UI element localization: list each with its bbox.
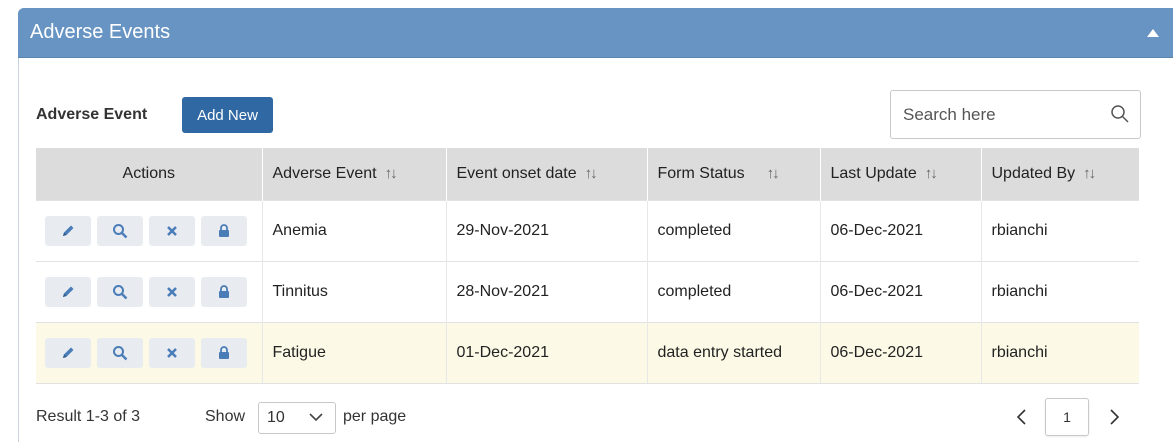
table-row[interactable]: Fatigue 01-Dec-2021 data entry started 06-D… <box>36 321 1139 384</box>
lock-icon <box>217 345 231 361</box>
sort-icon[interactable]: ↑↓ <box>1083 165 1096 182</box>
pencil-icon <box>60 284 76 300</box>
cell-last-update: 06-Dec-2021 <box>819 321 981 384</box>
sort-icon[interactable]: ↑↓ <box>767 165 780 182</box>
section-label: Adverse Event <box>36 106 148 123</box>
per-page-label: per page <box>343 408 407 425</box>
row-actions <box>36 260 262 322</box>
collapse-up-icon[interactable] <box>1147 29 1159 37</box>
cell-last-update: 06-Dec-2021 <box>819 199 981 261</box>
cell-last-update: 06-Dec-2021 <box>819 260 981 322</box>
cell-adverse-event: Fatigue <box>261 321 446 384</box>
edit-button[interactable] <box>45 276 91 307</box>
lock-icon <box>217 284 231 300</box>
sort-icon[interactable]: ↑↓ <box>385 165 398 182</box>
lock-button[interactable] <box>201 215 247 246</box>
cell-form-status: completed <box>646 199 820 261</box>
x-icon <box>165 346 179 360</box>
edit-button[interactable] <box>45 337 91 368</box>
page-number-button[interactable]: 1 <box>1045 398 1089 436</box>
table-row[interactable]: Tinnitus 28-Nov-2021 completed 06-Dec-2021 r… <box>36 260 1139 322</box>
page-size-select[interactable]: 10 <box>258 402 336 434</box>
search-input[interactable] <box>891 91 1091 138</box>
column-header-form-status[interactable]: Form Status ↑↓ <box>646 148 820 200</box>
delete-button[interactable] <box>149 215 195 246</box>
sort-icon[interactable]: ↑↓ <box>925 165 938 182</box>
magnifier-icon <box>112 284 128 300</box>
cell-event-onset-date: 01-Dec-2021 <box>445 321 647 384</box>
table-row[interactable]: Anemia 29-Nov-2021 completed 06-Dec-2021 rbi… <box>36 199 1139 261</box>
search-box[interactable] <box>890 90 1141 139</box>
column-header-last-update[interactable]: Last Update ↑↓ <box>819 148 981 200</box>
cell-updated-by: rbianchi <box>980 321 1139 384</box>
next-page-icon[interactable] <box>1102 404 1126 430</box>
column-header-updated-by[interactable]: Updated By ↑↓ <box>980 148 1139 200</box>
cell-form-status: completed <box>646 260 820 322</box>
cell-adverse-event: Tinnitus <box>261 260 446 322</box>
chevron-down-icon <box>309 413 323 422</box>
x-icon <box>165 224 179 238</box>
magnifier-icon <box>112 345 128 361</box>
row-actions <box>36 199 262 261</box>
panel-title: Adverse Events <box>30 21 171 43</box>
cell-event-onset-date: 29-Nov-2021 <box>445 199 647 261</box>
pencil-icon <box>60 223 76 239</box>
magnifier-icon <box>112 223 128 239</box>
cell-updated-by: rbianchi <box>980 260 1139 322</box>
show-label: Show <box>205 408 246 425</box>
page-size-value: 10 <box>267 409 285 426</box>
add-new-button[interactable]: Add New <box>182 97 273 133</box>
cell-event-onset-date: 28-Nov-2021 <box>445 260 647 322</box>
sort-icon[interactable]: ↑↓ <box>585 165 598 182</box>
table-header-row: Actions Adverse Event ↑↓ Event onset date… <box>36 148 1139 200</box>
adverse-events-table: Actions Adverse Event ↑↓ Event onset date… <box>36 148 1139 384</box>
view-button[interactable] <box>97 276 143 307</box>
view-button[interactable] <box>97 215 143 246</box>
table-body: Anemia 29-Nov-2021 completed 06-Dec-2021 rbi… <box>36 199 1139 384</box>
delete-button[interactable] <box>149 337 195 368</box>
search-icon[interactable] <box>1110 104 1130 124</box>
x-icon <box>165 285 179 299</box>
column-header-event-onset-date[interactable]: Event onset date ↑↓ <box>445 148 647 200</box>
edit-button[interactable] <box>45 215 91 246</box>
pencil-icon <box>60 345 76 361</box>
result-count: Result 1-3 of 3 <box>36 408 141 425</box>
row-actions <box>36 321 262 384</box>
cell-updated-by: rbianchi <box>980 199 1139 261</box>
previous-page-icon[interactable] <box>1010 404 1034 430</box>
lock-button[interactable] <box>201 276 247 307</box>
lock-icon <box>217 223 231 239</box>
view-button[interactable] <box>97 337 143 368</box>
column-header-actions: Actions <box>36 148 262 200</box>
panel-header[interactable]: Adverse Events <box>18 8 1173 58</box>
column-header-adverse-event[interactable]: Adverse Event ↑↓ <box>261 148 446 200</box>
cell-form-status: data entry started <box>646 321 820 384</box>
cell-adverse-event: Anemia <box>261 199 446 261</box>
delete-button[interactable] <box>149 276 195 307</box>
lock-button[interactable] <box>201 337 247 368</box>
